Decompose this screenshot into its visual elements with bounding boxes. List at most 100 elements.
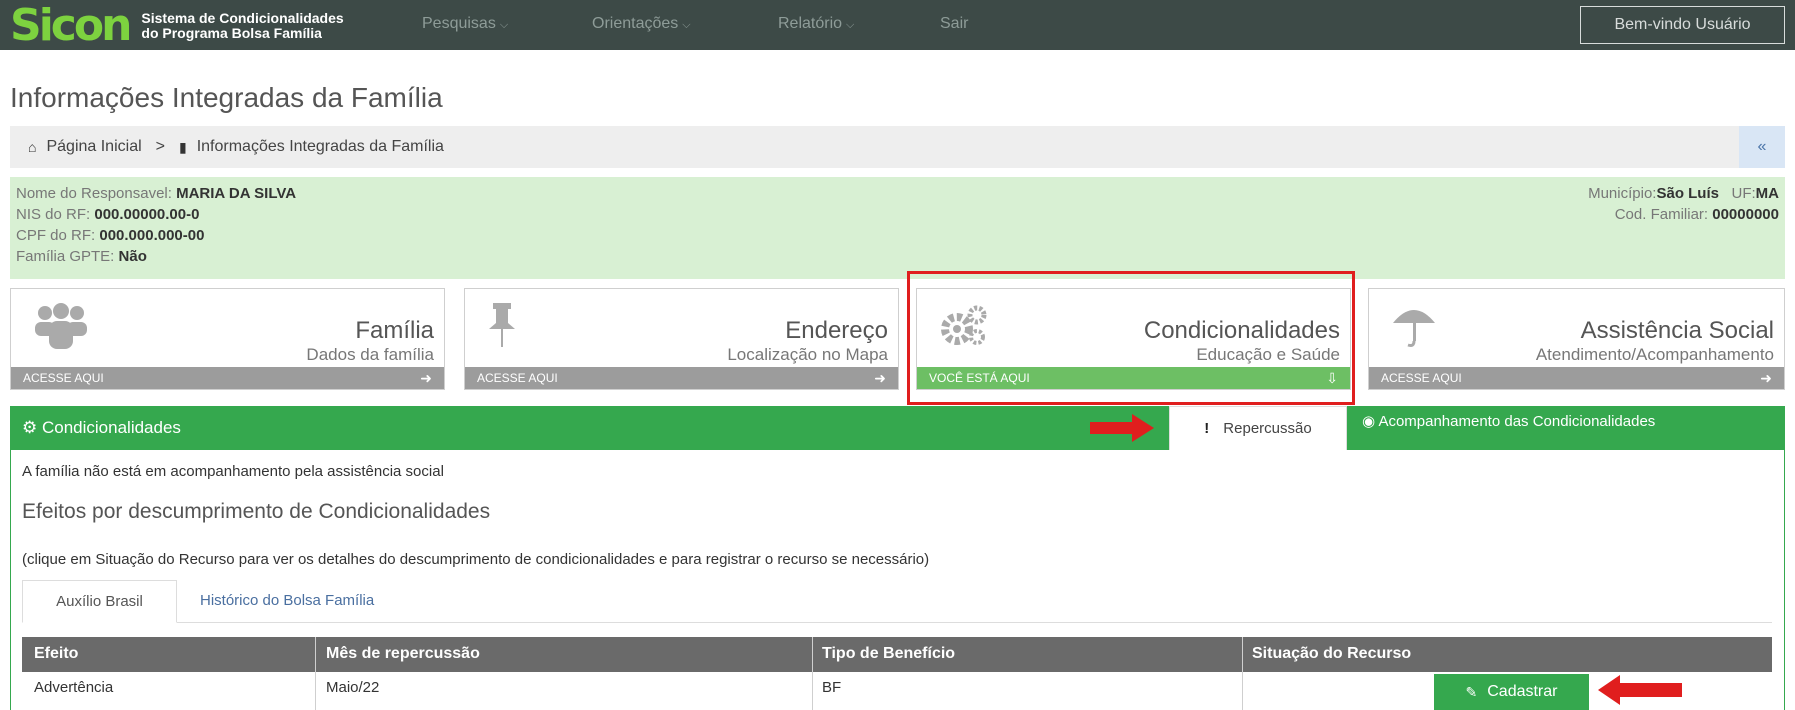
card-familia-footer[interactable]: ACESSE AQUI ➜ xyxy=(11,367,444,389)
page-title: Informações Integradas da Família xyxy=(10,82,443,113)
responsavel-line: Nome do Responsavel: MARIA DA SILVA xyxy=(16,183,296,204)
nis-value: 000.00000.00-0 xyxy=(94,206,200,223)
card-familia-footer-label: ACESSE AQUI xyxy=(23,371,104,385)
chevron-down-icon: ⌵ xyxy=(499,19,509,31)
cadastrar-button[interactable]: ✎ Cadastrar xyxy=(1434,674,1589,710)
gears-icon: ⚙ xyxy=(22,418,38,437)
red-arrow-icon xyxy=(1598,675,1682,705)
chevron-down-icon: ⌵ xyxy=(682,19,691,31)
cpf-label: CPF do RF: xyxy=(16,227,96,244)
card-endereco-subtitle: Localização no Mapa xyxy=(727,345,888,364)
responsavel-value: MARIA DA SILVA xyxy=(176,185,297,202)
pin-icon xyxy=(487,303,517,359)
breadcrumb: ⌂ Página Inicial > ▮ Informações Integra… xyxy=(10,126,1785,168)
logo-subtitle-line-1: Sistema de Condicionalidades xyxy=(141,10,344,26)
logo-subtitle: Sistema de Condicionalidades do Programa… xyxy=(141,11,343,41)
logo-subtitle-line-2: do Programa Bolsa Família xyxy=(141,25,322,41)
highlight-box xyxy=(907,271,1355,405)
card-assistencia-footer[interactable]: ACESSE AQUI ➜ xyxy=(1369,367,1784,389)
nis-line: NIS do RF: 000.00000.00-0 xyxy=(16,204,296,225)
red-arrow-icon xyxy=(1090,414,1154,442)
card-assistencia-social[interactable]: Assistência Social Atendimento/Acompanha… xyxy=(1368,288,1785,390)
breadcrumb-current: Informações Integradas da Família xyxy=(196,138,444,155)
family-info: Nome do Responsavel: MARIA DA SILVA NIS … xyxy=(10,177,1785,279)
instruction-hint: (clique em Situação do Recurso para ver … xyxy=(22,551,930,568)
chevron-down-icon: ⌵ xyxy=(846,19,855,31)
card-assistencia-title: Assistência Social xyxy=(1580,317,1774,344)
breadcrumb-separator: > xyxy=(155,138,165,155)
welcome-user-button[interactable]: Bem-vindo Usuário xyxy=(1580,6,1785,44)
family-info-left: Nome do Responsavel: MARIA DA SILVA NIS … xyxy=(16,183,296,267)
card-familia-subtitle: Dados da família xyxy=(306,345,434,364)
assistance-message: A família não está em acompanhamento pel… xyxy=(22,463,444,480)
arrow-right-circle-icon: ➜ xyxy=(420,369,432,386)
card-endereco-footer-label: ACESSE AQUI xyxy=(477,371,558,385)
subtab-divider xyxy=(22,622,1772,623)
nav-pesquisas-label: Pesquisas xyxy=(422,15,496,32)
tab-acompanhamento-label: Acompanhamento das Condicionalidades xyxy=(1378,413,1656,430)
table-header: Efeito Mês de repercussão Tipo de Benefí… xyxy=(22,637,1772,672)
municipio-value: São Luís xyxy=(1656,185,1719,202)
logo-text: Sicon xyxy=(10,0,132,51)
cadastrar-label: Cadastrar xyxy=(1487,683,1558,700)
cpf-line: CPF do RF: 000.000.000-00 xyxy=(16,225,296,246)
arrow-right-circle-icon: ➜ xyxy=(874,369,886,386)
cell-mes: Maio/22 xyxy=(326,679,380,696)
card-assistencia-footer-label: ACESSE AQUI xyxy=(1381,371,1462,385)
cell-efeito: Advertência xyxy=(34,679,114,696)
breadcrumb-home[interactable]: Página Inicial xyxy=(46,138,141,156)
tab-repercussao-label: Repercussão xyxy=(1223,420,1312,437)
header-mes-repercussao: Mês de repercussão xyxy=(326,645,480,662)
umbrella-icon xyxy=(1391,303,1437,357)
card-assistencia-subtitle: Atendimento/Acompanhamento xyxy=(1535,345,1774,364)
uf-value: MA xyxy=(1755,185,1779,202)
nav-orientacoes-label: Orientações xyxy=(592,15,679,32)
top-navbar: Sicon Sistema de Condicionalidades do Pr… xyxy=(0,0,1795,50)
nav-orientacoes[interactable]: Orientações ⌵ xyxy=(592,15,691,33)
family-info-right: Município:São Luís UF:MA Cod. Familiar: … xyxy=(1588,183,1779,225)
header-tipo-beneficio: Tipo de Benefício xyxy=(822,645,956,662)
card-familia[interactable]: Família Dados da família ACESSE AQUI ➜ xyxy=(10,288,445,390)
card-endereco-title: Endereço xyxy=(785,317,888,344)
home-icon: ⌂ xyxy=(28,139,37,155)
exclamation-icon: ! xyxy=(1204,420,1210,437)
cpf-value: 000.000.000-00 xyxy=(99,227,205,244)
eye-icon: ◉ xyxy=(1362,413,1376,430)
nav-relatorio[interactable]: Relatório ⌵ xyxy=(778,15,854,33)
header-efeito: Efeito xyxy=(34,645,79,662)
card-endereco-footer[interactable]: ACESSE AQUI ➜ xyxy=(465,367,898,389)
header-situacao-recurso: Situação do Recurso xyxy=(1252,645,1412,662)
document-icon: ▮ xyxy=(178,138,187,155)
gpte-label: Família GPTE: xyxy=(16,248,115,265)
panel-title: ⚙ Condicionalidades xyxy=(22,418,181,438)
section-subtitle: Efeitos por descumprimento de Condiciona… xyxy=(22,500,491,523)
subtab-historico-bolsa-familia[interactable]: Histórico do Bolsa Família xyxy=(200,592,374,609)
card-endereco[interactable]: Endereço Localização no Mapa ACESSE AQUI… xyxy=(464,288,899,390)
nis-label: NIS do RF: xyxy=(16,206,91,223)
municipio-line: Município:São Luís UF:MA xyxy=(1588,183,1779,204)
subtab-auxilio-brasil[interactable]: Auxílio Brasil xyxy=(22,580,177,623)
tab-acompanhamento[interactable]: ◉ Acompanhamento das Condicionalidades xyxy=(1362,412,1655,430)
municipio-label: Município: xyxy=(1588,185,1657,202)
pencil-icon: ✎ xyxy=(1465,683,1478,700)
users-icon xyxy=(33,303,89,361)
nav-sair-label: Sair xyxy=(940,15,969,32)
sicon-logo[interactable]: Sicon Sistema de Condicionalidades do Pr… xyxy=(10,4,344,48)
arrow-right-circle-icon: ➜ xyxy=(1760,369,1772,386)
gpte-value: Não xyxy=(118,248,147,265)
nav-relatorio-label: Relatório xyxy=(778,15,843,32)
table-row: Advertência Maio/22 BF ✎ Cadastrar xyxy=(22,672,1772,710)
collapse-button[interactable]: « xyxy=(1739,126,1785,168)
tab-repercussao[interactable]: ! Repercussão xyxy=(1169,406,1347,450)
uf-label: UF: xyxy=(1731,185,1756,202)
cod-familiar-label: Cod. Familiar: xyxy=(1614,206,1709,223)
nav-sair[interactable]: Sair xyxy=(940,15,968,33)
cod-familiar-line: Cod. Familiar: 00000000 xyxy=(1588,204,1779,225)
gpte-line: Família GPTE: Não xyxy=(16,246,296,267)
responsavel-label: Nome do Responsavel: xyxy=(16,185,172,202)
card-familia-title: Família xyxy=(355,317,434,344)
nav-pesquisas[interactable]: Pesquisas ⌵ xyxy=(422,15,508,33)
cod-familiar-value: 00000000 xyxy=(1712,206,1779,223)
panel-title-label: Condicionalidades xyxy=(41,418,181,437)
cell-tipo: BF xyxy=(822,679,842,696)
